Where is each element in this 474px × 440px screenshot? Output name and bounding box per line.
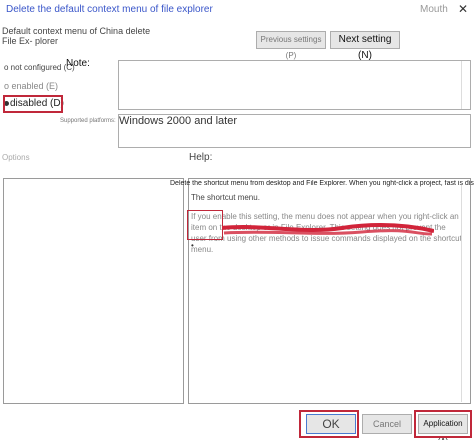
help-label: Help: xyxy=(189,152,213,163)
note-label: Note: xyxy=(66,58,90,69)
supported-platforms-value: Windows 2000 and later xyxy=(119,115,238,127)
radio-enabled-label: o enabled (E) xyxy=(4,81,59,91)
red-scribble-overlay xyxy=(222,223,434,236)
radio-not-configured-label: o not configured (C) xyxy=(4,63,75,72)
window-title: Delete the default context menu of file … xyxy=(6,4,213,15)
note-textarea[interactable] xyxy=(118,60,471,110)
options-label: Options xyxy=(2,153,30,162)
supported-platforms-label: Supported platforms: xyxy=(60,118,116,124)
window-corner-label: Mouth xyxy=(420,4,448,15)
options-panel xyxy=(3,178,184,404)
help-text-line1: Delete the shortcut menu from desktop an… xyxy=(170,180,474,187)
radio-enabled[interactable]: o enabled (E) xyxy=(4,81,58,91)
setting-name: Default context menu of China delete Fil… xyxy=(2,26,151,46)
highlight-box-help xyxy=(187,210,223,240)
cancel-button[interactable]: Cancel xyxy=(362,414,412,434)
previous-setting-button[interactable]: Previous settings (P) xyxy=(256,31,326,60)
highlight-box-apply xyxy=(414,410,472,438)
help-text-line2: The shortcut menu. xyxy=(191,193,260,202)
help-bullet: • xyxy=(191,241,194,250)
highlight-box-disabled xyxy=(3,95,63,113)
next-setting-button[interactable]: Next setting (N) xyxy=(330,31,400,61)
radio-not-configured[interactable]: o not configured (C) xyxy=(4,63,75,72)
help-scrollbar[interactable] xyxy=(461,185,470,402)
close-icon[interactable]: ✕ xyxy=(458,2,468,16)
note-scrollbar[interactable] xyxy=(461,61,470,109)
highlight-box-ok xyxy=(299,410,359,438)
